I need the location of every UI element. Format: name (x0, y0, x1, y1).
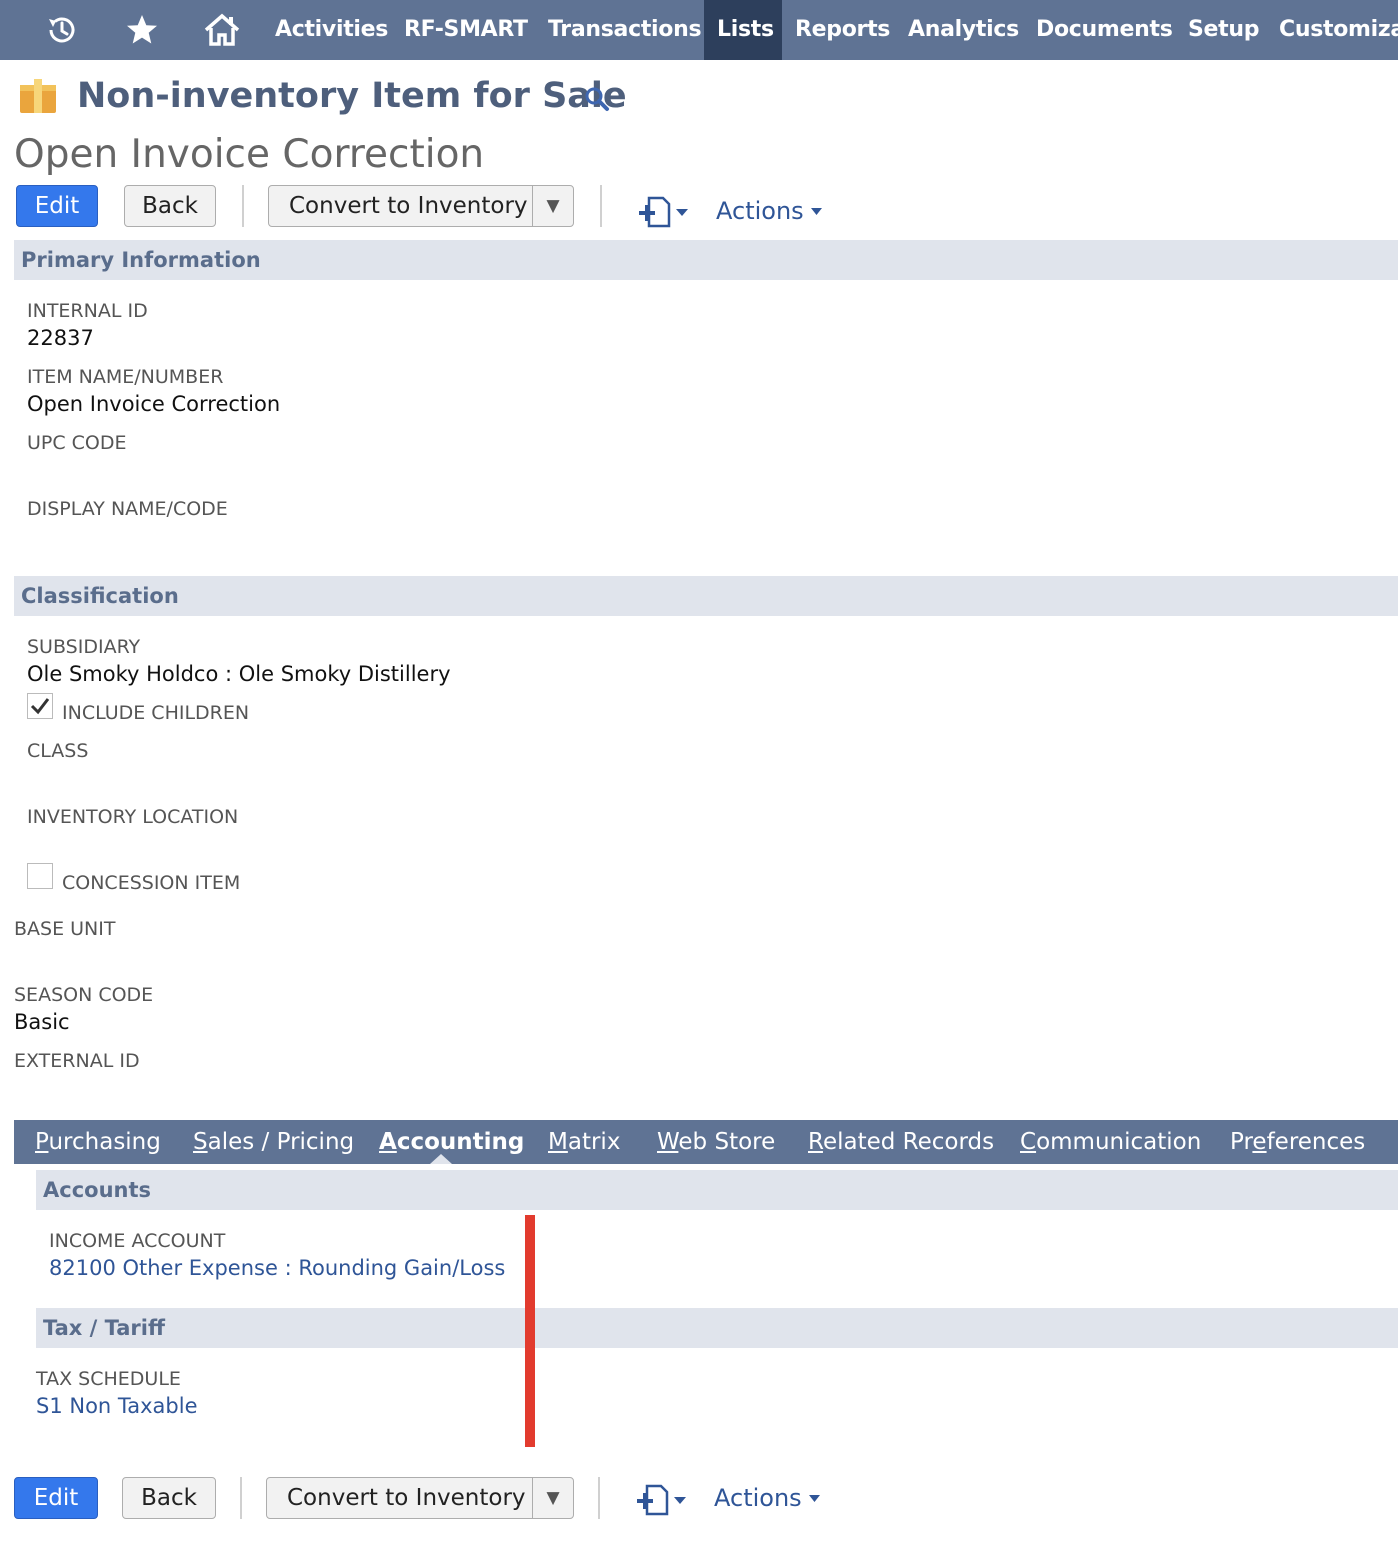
item-record-icon (20, 79, 56, 113)
subtab-bar: Purchasing Sales / Pricing Accounting Ma… (14, 1120, 1398, 1164)
tab-communication[interactable]: Communication (1020, 1120, 1201, 1164)
tab-web-store[interactable]: Web Store (657, 1120, 775, 1164)
toolbar-divider (242, 185, 244, 227)
season-code-label: SEASON CODE (14, 984, 154, 1006)
toolbar-divider (598, 1477, 600, 1519)
nav-analytics[interactable]: Analytics (895, 0, 1032, 60)
internal-id-label: INTERNAL ID (27, 300, 148, 322)
actions-label: Actions (716, 197, 804, 225)
season-code-value: Basic (14, 1010, 70, 1034)
caret-down-icon (810, 207, 822, 215)
tab-sales-pricing[interactable]: Sales / Pricing (193, 1120, 354, 1164)
nav-customization[interactable]: Customiza (1266, 0, 1398, 60)
top-navigation: Activities RF-SMART Transactions Lists R… (0, 0, 1398, 60)
inventory-location-label: INVENTORY LOCATION (27, 806, 239, 828)
tab-purchasing[interactable]: Purchasing (35, 1120, 161, 1164)
toolbar-divider (600, 185, 602, 227)
back-button[interactable]: Back (122, 1477, 216, 1519)
nav-reports[interactable]: Reports (782, 0, 903, 60)
recent-icon[interactable] (40, 0, 84, 60)
convert-to-inventory-label: Convert to Inventory (289, 193, 528, 219)
tab-related-records[interactable]: Related Records (808, 1120, 994, 1164)
star-icon[interactable] (120, 0, 164, 60)
item-name-label: ITEM NAME/NUMBER (27, 366, 224, 388)
convert-to-inventory-label: Convert to Inventory (287, 1485, 526, 1511)
display-name-label: DISPLAY NAME/CODE (27, 498, 228, 520)
subsidiary-label: SUBSIDIARY (27, 636, 141, 658)
new-record-button[interactable] (635, 1484, 687, 1516)
section-tax-tariff: Tax / Tariff (36, 1308, 1398, 1348)
tab-preferences[interactable]: Preferences (1230, 1120, 1365, 1164)
caret-down-icon (674, 1497, 686, 1504)
class-label: CLASS (27, 740, 89, 762)
nav-documents[interactable]: Documents (1023, 0, 1186, 60)
chevron-down-icon[interactable]: ▼ (532, 186, 573, 226)
income-account-label: INCOME ACCOUNT (49, 1230, 226, 1252)
active-tab-indicator (430, 1154, 452, 1164)
edit-button[interactable]: Edit (14, 1477, 98, 1519)
checkmark-icon (30, 698, 50, 715)
actions-menu[interactable]: Actions (716, 197, 823, 225)
home-icon[interactable] (199, 0, 245, 60)
internal-id-value: 22837 (27, 326, 94, 350)
nav-activities[interactable]: Activities (262, 0, 401, 60)
caret-down-icon (676, 209, 688, 216)
section-classification: Classification (14, 576, 1398, 616)
new-record-icon (639, 196, 671, 228)
edit-button[interactable]: Edit (16, 185, 98, 227)
subsidiary-value: Ole Smoky Holdco : Ole Smoky Distillery (27, 662, 451, 686)
nav-rf-smart[interactable]: RF-SMART (391, 0, 541, 60)
new-record-button[interactable] (637, 196, 689, 228)
section-primary-information: Primary Information (14, 240, 1398, 280)
item-name-value: Open Invoice Correction (27, 392, 281, 416)
section-heading: Accounts (43, 1178, 152, 1202)
convert-to-inventory-button[interactable]: Convert to Inventory ▼ (266, 1477, 574, 1519)
tax-schedule-label: TAX SCHEDULE (36, 1368, 181, 1390)
convert-to-inventory-button[interactable]: Convert to Inventory ▼ (268, 185, 574, 227)
search-icon[interactable] (584, 86, 610, 116)
nav-transactions[interactable]: Transactions (535, 0, 714, 60)
tax-schedule-link[interactable]: S1 Non Taxable (36, 1392, 198, 1420)
record-type-title: Non-inventory Item for Sale (77, 76, 627, 116)
include-children-checkbox (27, 693, 53, 719)
upc-code-label: UPC CODE (27, 432, 127, 454)
nav-setup[interactable]: Setup (1175, 0, 1272, 60)
concession-item-label: CONCESSION ITEM (62, 872, 241, 894)
section-accounts: Accounts (36, 1170, 1398, 1210)
actions-menu[interactable]: Actions (714, 1484, 821, 1512)
back-button[interactable]: Back (124, 185, 216, 227)
income-account-link[interactable]: 82100 Other Expense : Rounding Gain/Loss (49, 1254, 505, 1282)
base-unit-label: BASE UNIT (14, 918, 116, 940)
highlight-marker (525, 1215, 535, 1447)
chevron-down-icon[interactable]: ▼ (532, 1478, 573, 1518)
actions-label: Actions (714, 1484, 802, 1512)
new-record-icon (637, 1484, 669, 1516)
include-children-label: INCLUDE CHILDREN (62, 702, 250, 724)
external-id-label: EXTERNAL ID (14, 1050, 140, 1072)
toolbar-divider (240, 1477, 242, 1519)
nav-lists[interactable]: Lists (704, 0, 782, 60)
section-heading: Primary Information (21, 248, 261, 272)
section-heading: Classification (21, 584, 179, 608)
record-title: Open Invoice Correction (14, 132, 485, 177)
concession-item-checkbox (27, 863, 53, 889)
caret-down-icon (808, 1494, 820, 1502)
section-heading: Tax / Tariff (43, 1316, 165, 1340)
tab-matrix[interactable]: Matrix (548, 1120, 620, 1164)
